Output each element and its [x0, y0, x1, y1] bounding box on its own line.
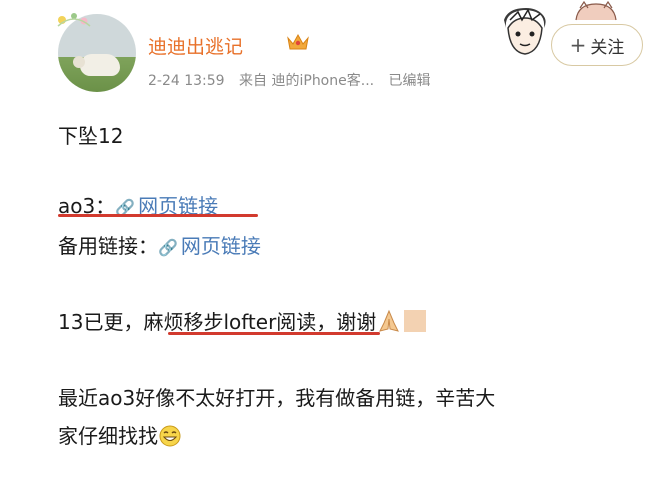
- smile-emoji-icon: [159, 425, 181, 447]
- flower-decoration-icon: [57, 13, 91, 27]
- post-source[interactable]: 来自 迪的iPhone客...: [239, 73, 374, 89]
- post-date: 2-24 13:59: [148, 73, 225, 89]
- author-name[interactable]: 迪迪出逃记: [148, 32, 243, 59]
- update-underline: [168, 332, 380, 335]
- sheep-icon: [73, 54, 120, 76]
- note-line-2: 家仔细找找: [58, 420, 182, 449]
- post-header: 迪迪出逃记 2-24 13:59 来自 迪的iPhone客... 已编辑 + 关…: [0, 0, 653, 110]
- edited-label: 已编辑: [388, 73, 431, 89]
- follow-button[interactable]: + 关注: [551, 24, 643, 66]
- backup-label: 备用链接：: [58, 234, 158, 258]
- crown-icon: [287, 33, 309, 50]
- plus-icon: +: [569, 33, 587, 57]
- update-prefix: 13已更，: [58, 310, 144, 334]
- ao3-underline: [58, 214, 258, 217]
- post-meta: 2-24 13:59 来自 迪的iPhone客... 已编辑: [148, 70, 441, 90]
- pray-emoji-icon: [379, 309, 400, 332]
- link-chain-icon: 🔗: [158, 238, 178, 257]
- backup-line: 备用链接：🔗 网页链接: [58, 230, 261, 259]
- backup-link-label: 网页链接: [180, 234, 261, 258]
- note-line-2-text: 家仔细找找: [58, 424, 158, 448]
- update-suffix: ，谢谢: [316, 310, 377, 334]
- update-line: 13已更，麻烦移步lofter阅读，谢谢: [58, 306, 427, 335]
- backup-link[interactable]: 🔗 网页链接: [158, 234, 261, 258]
- body-line-title: 下坠12: [58, 124, 124, 148]
- skin-tone-icon: [404, 310, 427, 332]
- follow-label: 关注: [590, 37, 625, 58]
- update-highlight: 麻烦移步lofter阅读: [143, 310, 317, 334]
- cat-sticker-icon: [575, 0, 617, 21]
- note-line-1: 最近ao3好像不太好打开，我有做备用链，辛苦大: [58, 386, 496, 410]
- cartoon-boy-sticker: [504, 8, 546, 55]
